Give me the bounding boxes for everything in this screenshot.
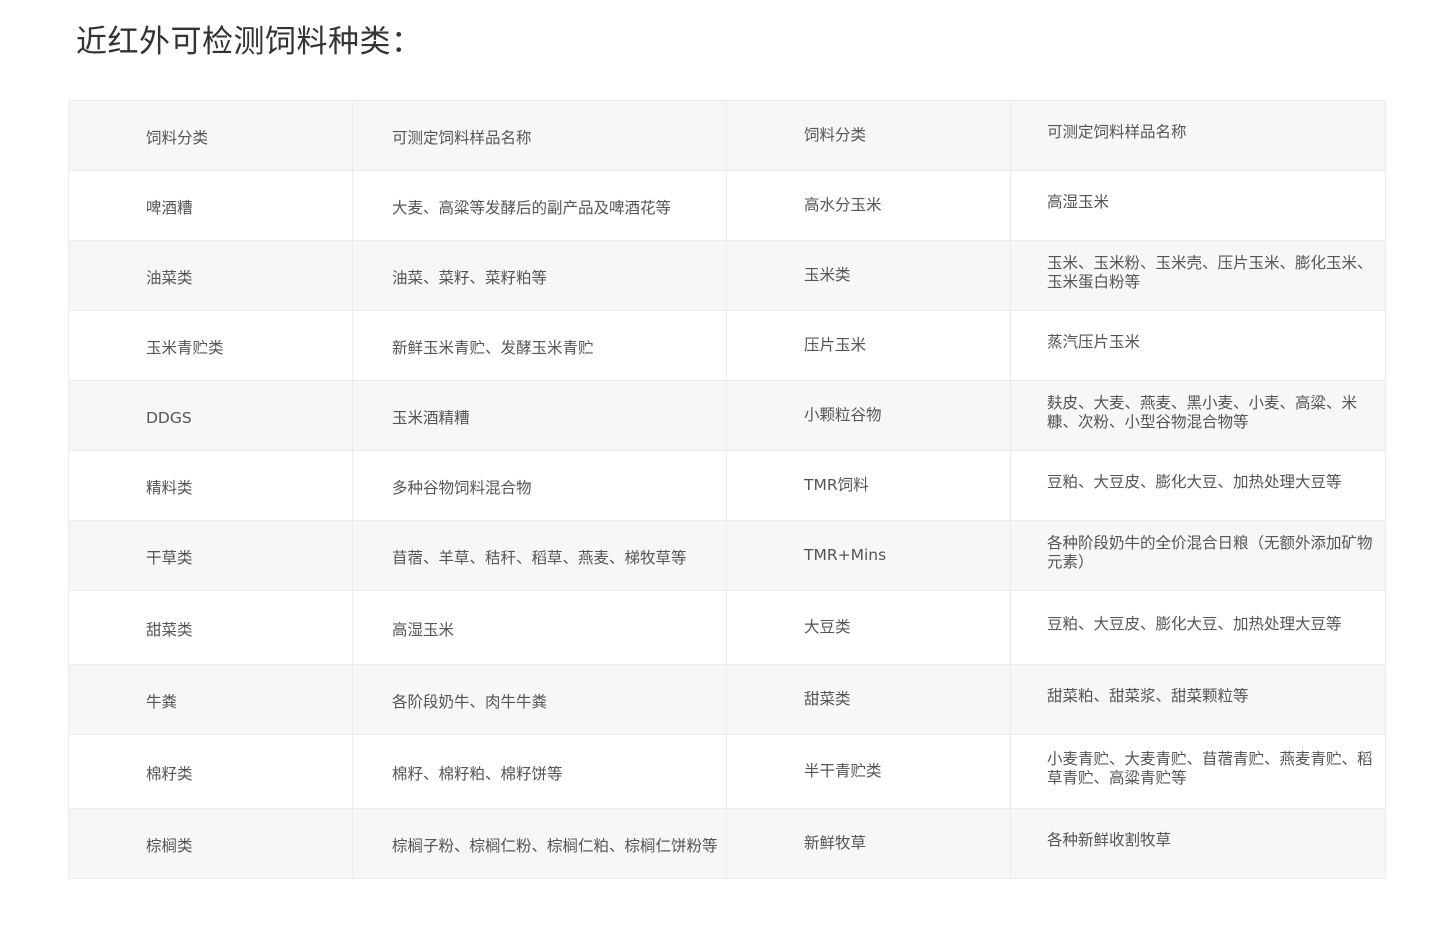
sample-names-cell: 棉籽、棉籽粕、棉籽饼等 xyxy=(352,734,727,809)
sample-names-cell: 蒸汽压片玉米 xyxy=(1010,310,1386,381)
feed-category-cell: 压片玉米 xyxy=(726,310,1011,381)
feed-category-cell: 棉籽类 xyxy=(68,734,353,809)
sample-names-cell: 豆粕、大豆皮、膨化大豆、加热处理大豆等 xyxy=(1010,590,1386,665)
sample-names-cell: 小麦青贮、大麦青贮、苜蓿青贮、燕麦青贮、稻草青贮、高粱青贮等 xyxy=(1010,734,1386,809)
sample-names-cell: 麸皮、大麦、燕麦、黑小麦、小麦、高粱、米糠、次粉、小型谷物混合物等 xyxy=(1010,380,1386,451)
sample-names-cell: 新鲜玉米青贮、发酵玉米青贮 xyxy=(352,310,727,381)
sample-names-cell: 多种谷物饲料混合物 xyxy=(352,450,727,521)
sample-names-cell: 高湿玉米 xyxy=(352,590,727,665)
table-row: 甜菜类 高湿玉米 大豆类 豆粕、大豆皮、膨化大豆、加热处理大豆等 xyxy=(68,590,1386,665)
sample-names-cell: 甜菜粕、甜菜浆、甜菜颗粒等 xyxy=(1010,664,1386,735)
feed-category-cell: 油菜类 xyxy=(68,240,353,311)
sample-names-cell: 各阶段奶牛、肉牛牛粪 xyxy=(352,664,727,735)
feed-category-cell: 玉米类 xyxy=(726,240,1011,311)
column-header-feed-category: 饲料分类 xyxy=(726,100,1011,171)
feed-category-cell: 干草类 xyxy=(68,520,353,591)
sample-names-cell: 各种阶段奶牛的全价混合日粮（无额外添加矿物元素） xyxy=(1010,520,1386,591)
sample-names-cell: 高湿玉米 xyxy=(1010,170,1386,241)
table-row: 啤酒糟 大麦、高粱等发酵后的副产品及啤酒花等 高水分玉米 高湿玉米 xyxy=(68,170,1386,241)
column-header-sample-names: 可测定饲料样品名称 xyxy=(352,100,727,171)
column-header-feed-category: 饲料分类 xyxy=(68,100,353,171)
table-row: 玉米青贮类 新鲜玉米青贮、发酵玉米青贮 压片玉米 蒸汽压片玉米 xyxy=(68,310,1386,381)
feed-category-cell: 半干青贮类 xyxy=(726,734,1011,809)
page-title: 近红外可检测饲料种类： xyxy=(76,24,423,60)
feed-category-cell: 小颗粒谷物 xyxy=(726,380,1011,451)
feed-category-cell: 啤酒糟 xyxy=(68,170,353,241)
sample-names-cell: 苜蓿、羊草、秸秆、稻草、燕麦、梯牧草等 xyxy=(352,520,727,591)
sample-names-cell: 大麦、高粱等发酵后的副产品及啤酒花等 xyxy=(352,170,727,241)
table-row: 棕榈类 棕榈子粉、棕榈仁粉、棕榈仁粕、棕榈仁饼粉等 新鲜牧草 各种新鲜收割牧草 xyxy=(68,808,1386,879)
feed-category-cell: 玉米青贮类 xyxy=(68,310,353,381)
sample-names-cell: 棕榈子粉、棕榈仁粉、棕榈仁粕、棕榈仁饼粉等 xyxy=(352,808,727,879)
table-header-row: 饲料分类 可测定饲料样品名称 饲料分类 可测定饲料样品名称 xyxy=(68,100,1386,171)
table-row: 精料类 多种谷物饲料混合物 TMR饲料 豆粕、大豆皮、膨化大豆、加热处理大豆等 xyxy=(68,450,1386,521)
sample-names-cell: 豆粕、大豆皮、膨化大豆、加热处理大豆等 xyxy=(1010,450,1386,521)
sample-names-cell: 油菜、菜籽、菜籽粕等 xyxy=(352,240,727,311)
feed-category-cell: 棕榈类 xyxy=(68,808,353,879)
column-header-sample-names: 可测定饲料样品名称 xyxy=(1010,100,1386,171)
feed-category-cell: DDGS xyxy=(68,380,353,451)
sample-names-cell: 各种新鲜收割牧草 xyxy=(1010,808,1386,879)
feed-category-cell: 大豆类 xyxy=(726,590,1011,665)
table-row: 干草类 苜蓿、羊草、秸秆、稻草、燕麦、梯牧草等 TMR+Mins 各种阶段奶牛的… xyxy=(68,520,1386,591)
feed-category-cell: TMR+Mins xyxy=(726,520,1011,591)
feed-category-cell: 牛粪 xyxy=(68,664,353,735)
feed-category-cell: TMR饲料 xyxy=(726,450,1011,521)
feed-category-cell: 甜菜类 xyxy=(68,590,353,665)
sample-names-cell: 玉米酒精糟 xyxy=(352,380,727,451)
sample-names-cell: 玉米、玉米粉、玉米壳、压片玉米、膨化玉米、玉米蛋白粉等 xyxy=(1010,240,1386,311)
table-row: 棉籽类 棉籽、棉籽粕、棉籽饼等 半干青贮类 小麦青贮、大麦青贮、苜蓿青贮、燕麦青… xyxy=(68,734,1386,809)
table-row: 牛粪 各阶段奶牛、肉牛牛粪 甜菜类 甜菜粕、甜菜浆、甜菜颗粒等 xyxy=(68,664,1386,735)
feed-category-cell: 精料类 xyxy=(68,450,353,521)
table-row: DDGS 玉米酒精糟 小颗粒谷物 麸皮、大麦、燕麦、黑小麦、小麦、高粱、米糠、次… xyxy=(68,380,1386,451)
feed-category-cell: 新鲜牧草 xyxy=(726,808,1011,879)
feed-category-cell: 甜菜类 xyxy=(726,664,1011,735)
table-row: 油菜类 油菜、菜籽、菜籽粕等 玉米类 玉米、玉米粉、玉米壳、压片玉米、膨化玉米、… xyxy=(68,240,1386,311)
feed-category-cell: 高水分玉米 xyxy=(726,170,1011,241)
feed-types-table: 饲料分类 可测定饲料样品名称 饲料分类 可测定饲料样品名称 啤酒糟 大麦、高粱等… xyxy=(68,100,1386,879)
